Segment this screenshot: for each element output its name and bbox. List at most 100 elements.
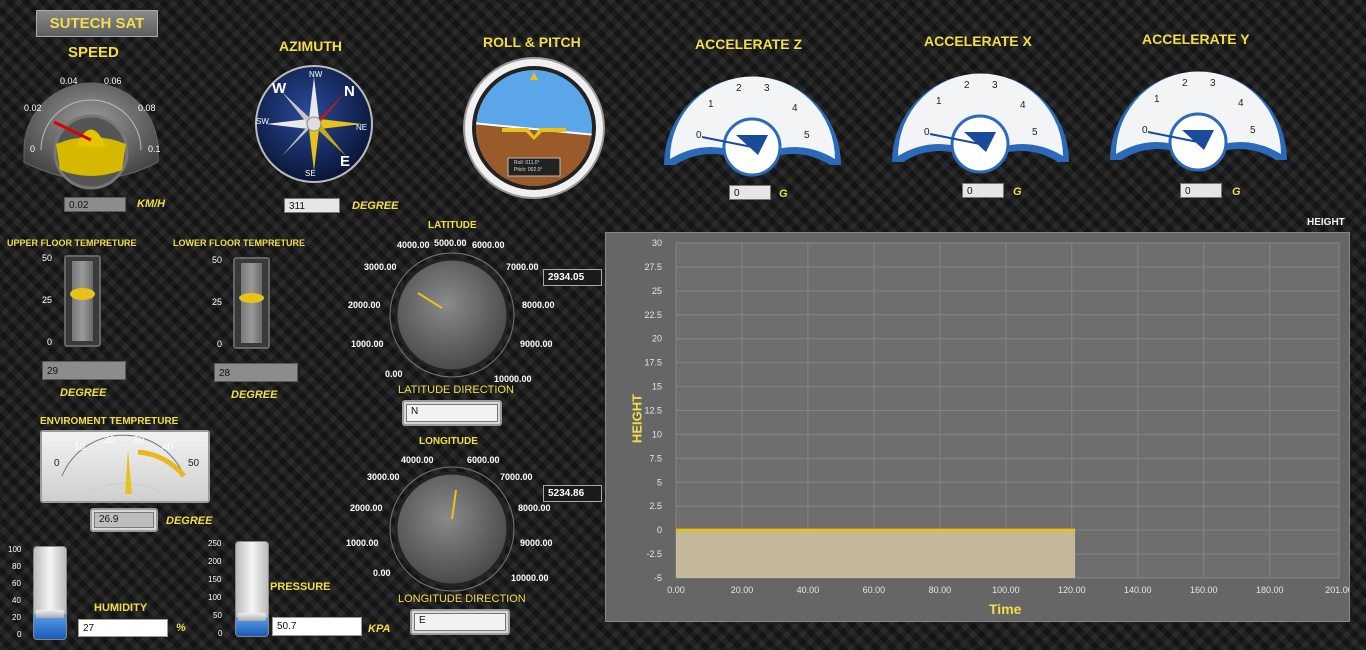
speed-tick-3: 0.06 xyxy=(104,76,122,86)
env-temp-tick-10: 10 xyxy=(74,442,86,453)
lower-temp-unit: DEGREE xyxy=(231,389,278,401)
height-chart-ytick: 12.5 xyxy=(644,406,662,416)
humidity-tick-0: 0 xyxy=(17,630,22,639)
upper-temp-tick-50: 50 xyxy=(42,253,53,263)
lower-temp-tick-0: 0 xyxy=(217,339,223,349)
lower-temp-title: LOWER FLOOR TEMPRETURE xyxy=(173,238,305,248)
longitude-tick-8: 9000.00 xyxy=(520,538,553,548)
latitude-tick-0: 0.00 xyxy=(385,369,403,379)
pressure-tick-250: 250 xyxy=(208,539,222,548)
longitude-tick-9: 10000.00 xyxy=(511,573,549,583)
height-chart-xtick: 100.00 xyxy=(992,585,1020,595)
height-chart-title: HEIGHT xyxy=(1307,217,1345,228)
latitude-direction-field[interactable]: N xyxy=(402,400,502,426)
latitude-tick-6: 6000.00 xyxy=(472,240,505,250)
accel-y-tick-4: 4 xyxy=(1238,98,1244,109)
env-temp-tick-40: 40 xyxy=(162,442,174,453)
accel-x-title: ACCELERATE X xyxy=(924,33,1032,49)
humidity-bar xyxy=(33,546,67,640)
speed-value: 0.02 xyxy=(64,197,126,212)
height-chart-xtick: 40.00 xyxy=(797,585,820,595)
accel-z-tick-1: 1 xyxy=(708,99,714,110)
speed-unit: KM/H xyxy=(137,198,166,210)
accel-y-tick-5: 5 xyxy=(1250,125,1256,136)
height-chart-ytick: -2.5 xyxy=(646,549,662,559)
pressure-value: 50.7 xyxy=(272,617,362,636)
humidity-tick-100: 100 xyxy=(8,545,22,554)
attitude-indicator: Roll: 011.0° Pitch: 002.0° xyxy=(462,56,606,200)
longitude-value: 5234.86 xyxy=(543,485,602,502)
longitude-direction-field[interactable]: E xyxy=(410,609,510,635)
latitude-direction-value: N xyxy=(406,404,498,422)
speed-tick-0: 0 xyxy=(30,144,36,154)
height-chart-xtick: 120.00 xyxy=(1058,585,1086,595)
height-chart-ytick: 0 xyxy=(657,525,662,535)
latitude-direction-label: LATITUDE DIRECTION xyxy=(398,384,514,396)
env-temp-tick-30: 30 xyxy=(133,435,145,446)
height-chart-ytick: 15 xyxy=(652,382,662,392)
height-chart-xtick: 160.00 xyxy=(1190,585,1218,595)
humidity-value: 27 xyxy=(78,619,168,637)
accel-z-tick-5: 5 xyxy=(804,130,810,141)
app-title-button[interactable]: SUTECH SAT xyxy=(36,10,158,37)
longitude-tick-3: 3000.00 xyxy=(367,472,400,482)
accel-x-tick-1: 1 xyxy=(936,96,942,107)
latitude-knob[interactable] xyxy=(386,252,518,378)
env-temp-tick-50: 50 xyxy=(188,458,200,469)
humidity-tick-40: 40 xyxy=(12,596,21,605)
height-chart-ytick: 20 xyxy=(652,334,662,344)
env-temp-value-field: 26.9 xyxy=(90,508,158,532)
height-chart-ytick: 30 xyxy=(652,238,662,248)
speed-title: SPEED xyxy=(68,44,119,61)
upper-temp-value: 29 xyxy=(42,361,126,380)
humidity-title: HUMIDITY xyxy=(94,602,148,614)
speed-tick-4: 0.08 xyxy=(138,103,156,113)
latitude-tick-3: 3000.00 xyxy=(364,262,397,272)
env-temp-value: 26.9 xyxy=(94,512,154,528)
accel-x-tick-0: 0 xyxy=(924,127,930,138)
env-temp-unit: DEGREE xyxy=(166,515,213,527)
pitch-readout: Pitch: 002.0° xyxy=(514,167,543,173)
pressure-title: PRESSURE xyxy=(270,581,331,593)
height-chart-ytick: 10 xyxy=(652,429,662,439)
latitude-tick-1: 1000.00 xyxy=(351,339,384,349)
latitude-tick-8: 8000.00 xyxy=(522,300,555,310)
env-temp-tick-20: 20 xyxy=(104,435,116,446)
longitude-title: LONGITUDE xyxy=(419,436,478,447)
longitude-direction-label: LONGITUDE DIRECTION xyxy=(398,593,526,605)
env-temp-title: ENVIROMENT TEMPRETURE xyxy=(40,416,179,427)
lower-temp-tick-25: 25 xyxy=(212,297,223,307)
accel-z-unit: G xyxy=(779,188,788,200)
env-temp-tick-0: 0 xyxy=(54,458,60,469)
upper-temp-tick-25: 25 xyxy=(42,295,53,305)
longitude-tick-0: 0.00 xyxy=(373,568,391,578)
accel-y-unit: G xyxy=(1232,186,1241,198)
accel-z-value: 0 xyxy=(729,185,771,200)
roll-pitch-title: ROLL & PITCH xyxy=(483,34,581,50)
accel-x-tick-3: 3 xyxy=(992,80,998,91)
accel-z-tick-0: 0 xyxy=(696,130,702,141)
accel-z-title: ACCELERATE Z xyxy=(695,36,803,52)
upper-temp-title: UPPER FLOOR TEMPRETURE xyxy=(7,238,137,248)
lower-temp-level xyxy=(239,293,264,303)
accel-y-value: 0 xyxy=(1180,183,1222,198)
pressure-tick-200: 200 xyxy=(208,557,222,566)
compass-se: SE xyxy=(305,169,316,178)
pressure-bar xyxy=(235,541,269,637)
upper-temp-thermometer xyxy=(64,255,101,347)
accel-y-gauge: 0 1 2 3 4 5 xyxy=(1106,50,1291,178)
longitude-tick-1: 1000.00 xyxy=(346,538,379,548)
accel-z-tick-2: 2 xyxy=(736,83,742,94)
accel-z-tick-4: 4 xyxy=(792,103,798,114)
compass-e: E xyxy=(340,153,351,170)
height-chart-ytick: 7.5 xyxy=(649,453,662,463)
latitude-tick-5: 5000.00 xyxy=(434,238,467,248)
pressure-unit: KPA xyxy=(368,623,391,635)
height-chart-ytick: 27.5 xyxy=(644,262,662,272)
height-chart-xtick: 60.00 xyxy=(863,585,886,595)
longitude-tick-5: 6000.00 xyxy=(467,455,500,465)
accel-x-tick-5: 5 xyxy=(1032,127,1038,138)
accel-y-tick-1: 1 xyxy=(1154,94,1160,105)
latitude-tick-10: 10000.00 xyxy=(494,374,532,384)
longitude-knob[interactable] xyxy=(386,466,518,592)
